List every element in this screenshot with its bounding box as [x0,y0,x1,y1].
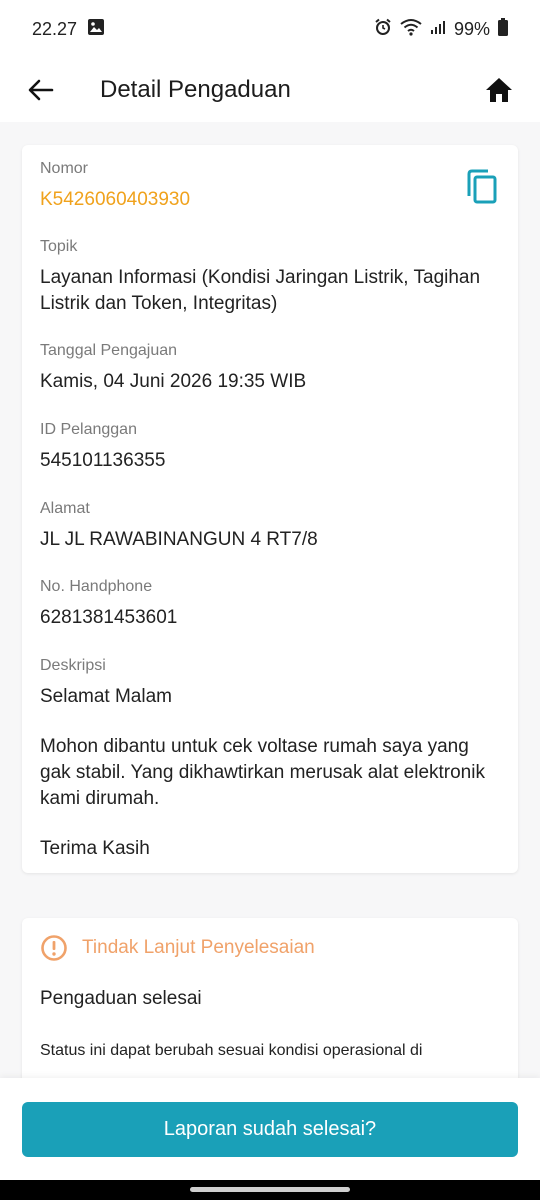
deskripsi-paragraph-1: Selamat Malam [40,686,172,707]
system-navigation-bar [0,1180,540,1200]
field-deskripsi: Deskripsi Selamat Malam Mohon dibantu un… [40,656,504,862]
home-gesture-handle[interactable] [190,1187,350,1192]
alamat-label: Alamat [40,500,90,517]
field-tanggal: Tanggal Pengajuan Kamis, 04 Juni 2026 19… [40,341,504,395]
bottom-action-bar: Laporan sudah selesai? [0,1078,540,1180]
idpel-value: 545101136355 [40,450,166,471]
deskripsi-paragraph-3: Terima Kasih [40,838,150,859]
idpel-label: ID Pelanggan [40,421,137,438]
topik-label: Topik [40,238,78,255]
signal-icon [430,19,446,40]
deskripsi-label: Deskripsi [40,657,106,674]
battery-icon [498,17,508,41]
field-topik: Topik Layanan Informasi (Kondisi Jaringa… [40,237,504,317]
field-alamat: Alamat JL JL RAWABINANGUN 4 RT7/8 [40,499,504,553]
nomor-label: Nomor [40,160,89,177]
battery-percent: 99% [453,18,490,39]
warning-circle-icon [41,935,67,961]
copy-icon [467,169,497,204]
alarm-icon [374,18,392,41]
field-nomor: Nomor K5426060403930 [40,159,458,213]
hp-label: No. Handphone [40,578,153,595]
back-arrow-icon [28,79,54,101]
field-handphone: No. Handphone 6281381453601 [40,577,504,631]
follow-up-header: Tindak Lanjut Penyelesaian [40,934,500,962]
report-finished-button[interactable]: Laporan sudah selesai? [22,1102,518,1157]
home-button[interactable] [482,73,516,107]
follow-up-status: Pengaduan selesai [40,988,202,1009]
status-bar: 22.27 99% [0,0,540,58]
topik-value: Layanan Informasi (Kondisi Jaringan List… [40,267,481,314]
tanggal-label: Tanggal Pengajuan [40,342,178,359]
copy-button[interactable] [466,169,498,205]
app-bar: Detail Pengaduan [0,58,540,122]
deskripsi-paragraph-2: Mohon dibantu untuk cek voltase rumah sa… [40,736,485,809]
home-icon [486,78,512,102]
page-title: Detail Pengaduan [100,76,291,103]
status-time: 22.27 [32,18,78,39]
image-icon [87,18,105,41]
alamat-value: JL JL RAWABINANGUN 4 RT7/8 [40,529,318,550]
back-button[interactable] [24,73,58,107]
hp-value: 6281381453601 [40,607,178,628]
field-id-pelanggan: ID Pelanggan 545101136355 [40,420,504,474]
follow-up-title: Tindak Lanjut Penyelesaian [82,937,315,958]
nomor-value: K5426060403930 [40,189,191,210]
follow-up-note: Status ini dapat berubah sesuai kondisi … [40,1042,423,1059]
wifi-icon [400,18,422,41]
tanggal-value: Kamis, 04 Juni 2026 19:35 WIB [40,371,307,392]
complaint-detail-card: Nomor K5426060403930 Topik Layanan Infor… [22,145,518,873]
